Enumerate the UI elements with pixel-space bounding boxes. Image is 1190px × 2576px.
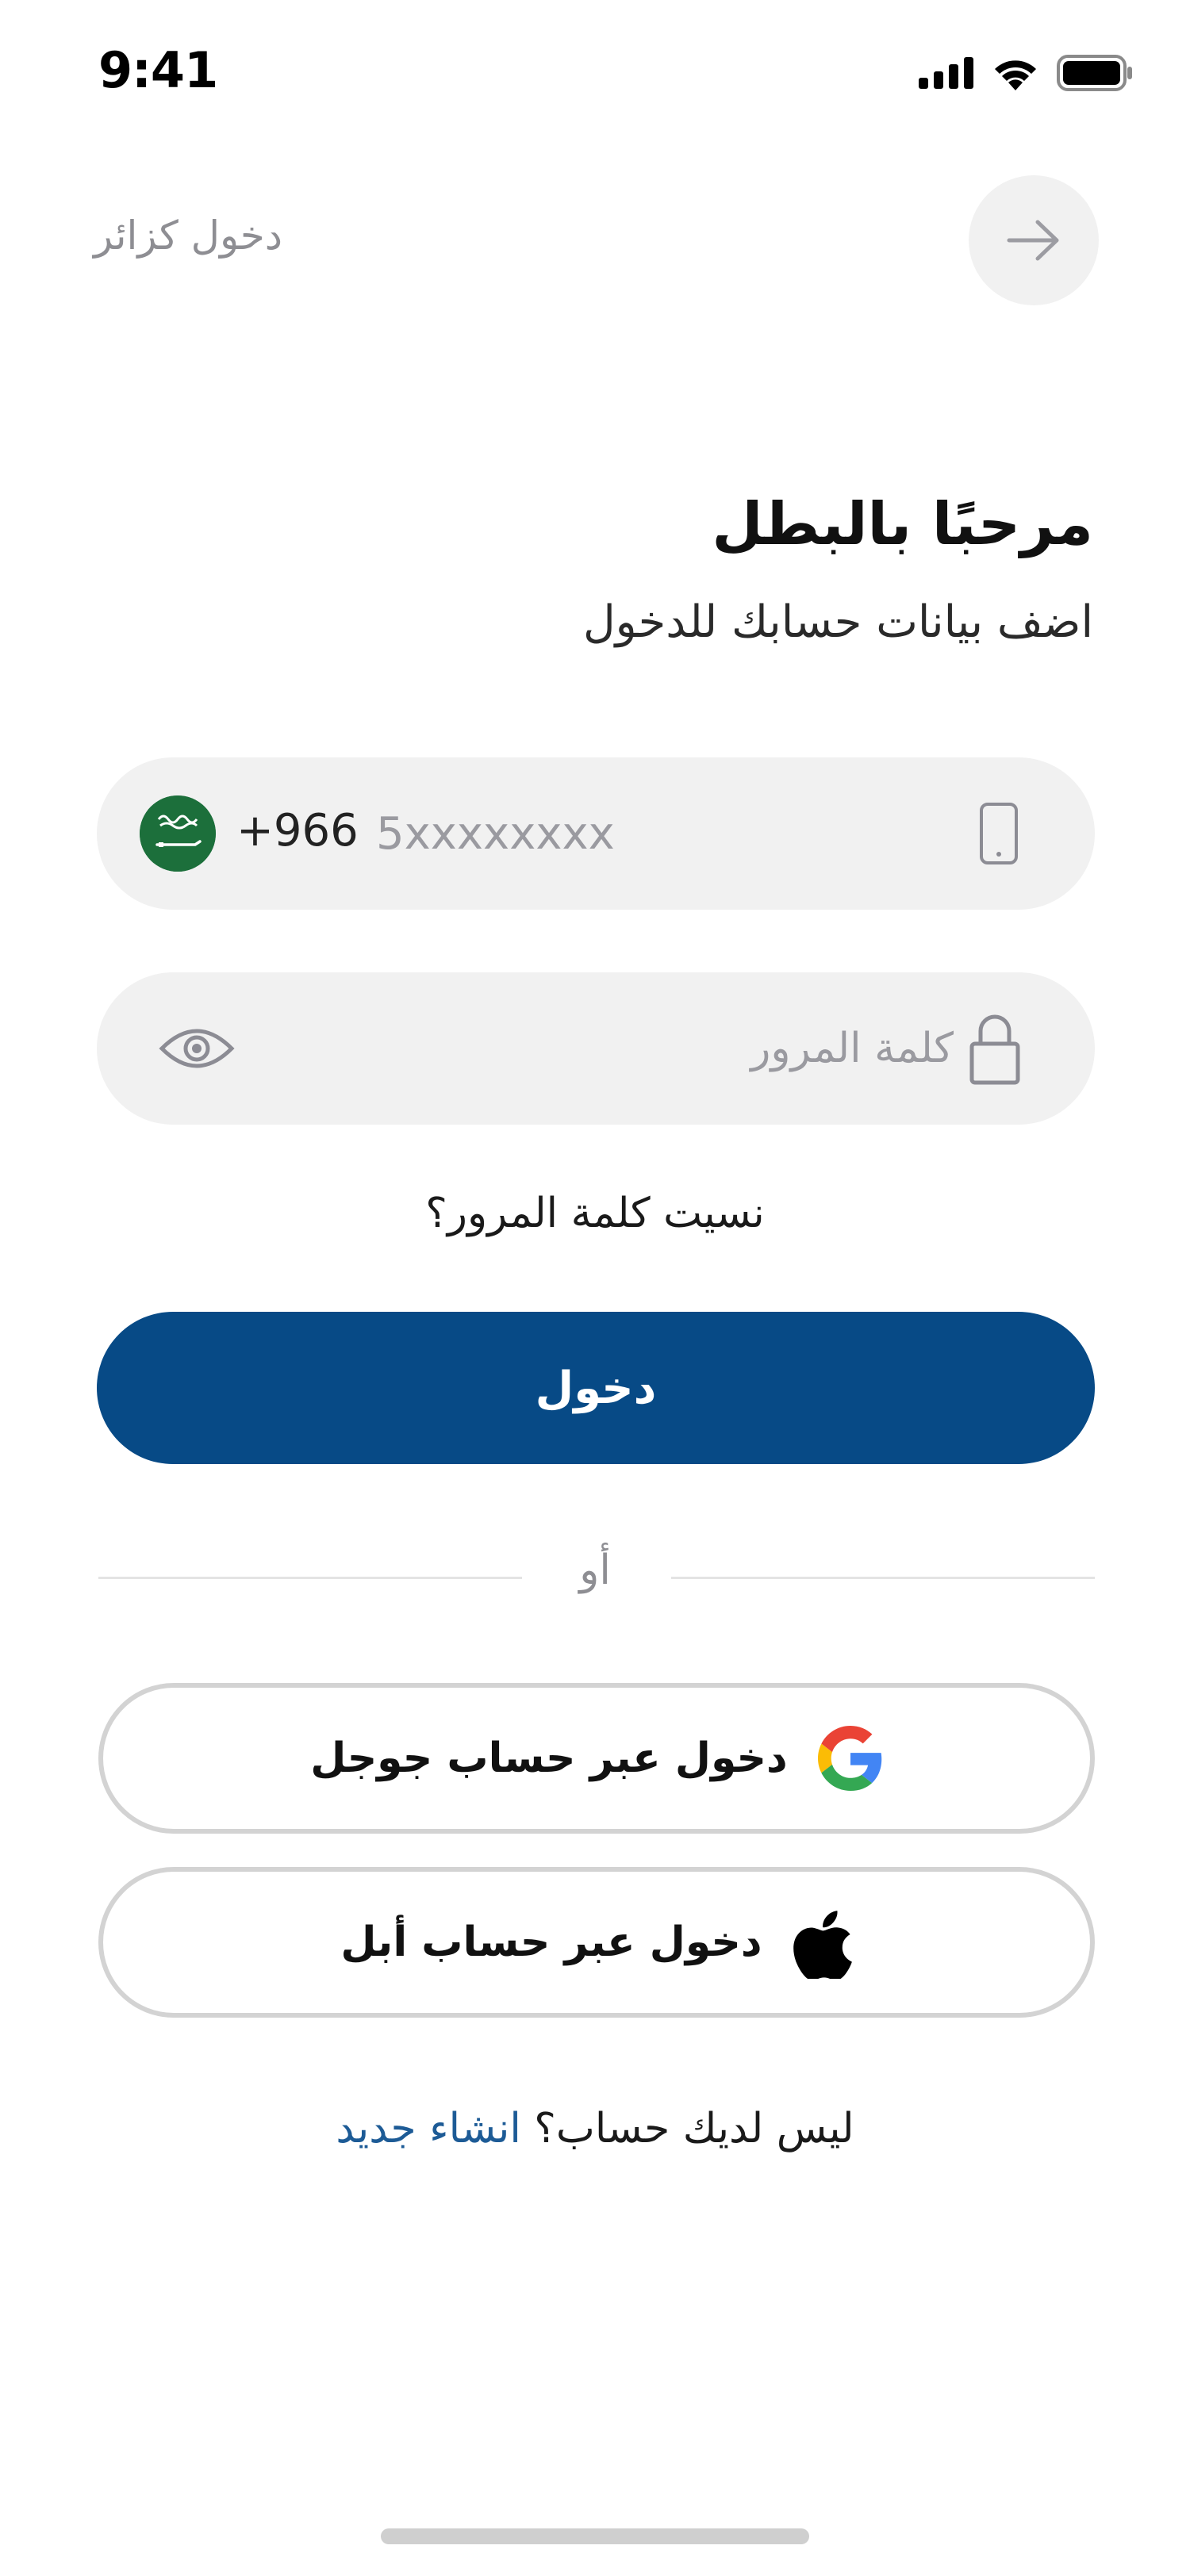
google-login-label: دخول عبر حساب جوجل — [310, 1735, 788, 1782]
google-logo-icon — [817, 1726, 881, 1791]
battery-icon — [1057, 55, 1132, 91]
apple-login-label: دخول عبر حساب أبل — [340, 1919, 762, 1966]
signup-question: ليس لديك حساب؟ — [534, 2105, 854, 2152]
back-button[interactable] — [969, 175, 1099, 305]
saudi-flag-icon[interactable] — [140, 795, 216, 872]
apple-login-button[interactable]: دخول عبر حساب أبل — [98, 1867, 1095, 2018]
eye-icon[interactable] — [159, 1018, 235, 1079]
signup-link[interactable]: انشاء جديد — [336, 2105, 520, 2152]
divider-or-text: أو — [579, 1547, 611, 1594]
smartphone-icon — [980, 803, 1018, 864]
guest-login-link[interactable]: دخول كزائر — [94, 213, 282, 259]
google-login-button[interactable]: دخول عبر حساب جوجل — [98, 1683, 1095, 1834]
status-bar: 9:41 — [0, 0, 1190, 143]
home-indicator[interactable] — [381, 2528, 809, 2544]
phone-input[interactable] — [376, 789, 931, 878]
apple-logo-icon — [793, 1911, 852, 1979]
cellular-signal-icon — [919, 57, 973, 89]
status-icons — [919, 49, 1133, 97]
page-subtitle: اضف بيانات حسابك للدخول — [582, 596, 1093, 648]
signup-prompt: ليس لديك حساب؟ انشاء جديد — [0, 2105, 1190, 2152]
password-input[interactable] — [271, 1004, 954, 1093]
forgot-password-link[interactable]: نسيت كلمة المرور؟ — [0, 1190, 1190, 1237]
status-time: 9:41 — [98, 41, 218, 99]
password-field[interactable] — [97, 972, 1095, 1125]
login-button[interactable]: دخول — [97, 1312, 1095, 1464]
lock-icon — [969, 1014, 1020, 1085]
wifi-icon — [995, 60, 1036, 90]
divider-line-left — [98, 1577, 522, 1579]
page-title: مرحبًا بالبطل — [712, 490, 1093, 558]
divider-line-right — [671, 1577, 1095, 1579]
country-code[interactable]: +966 — [236, 805, 359, 857]
login-screen: 9:41 دخول كزائر مرحبًا بالبطل اضف بيانات… — [0, 0, 1190, 2576]
arrow-right-icon — [1007, 220, 1059, 261]
phone-field[interactable]: +966 — [97, 757, 1095, 910]
